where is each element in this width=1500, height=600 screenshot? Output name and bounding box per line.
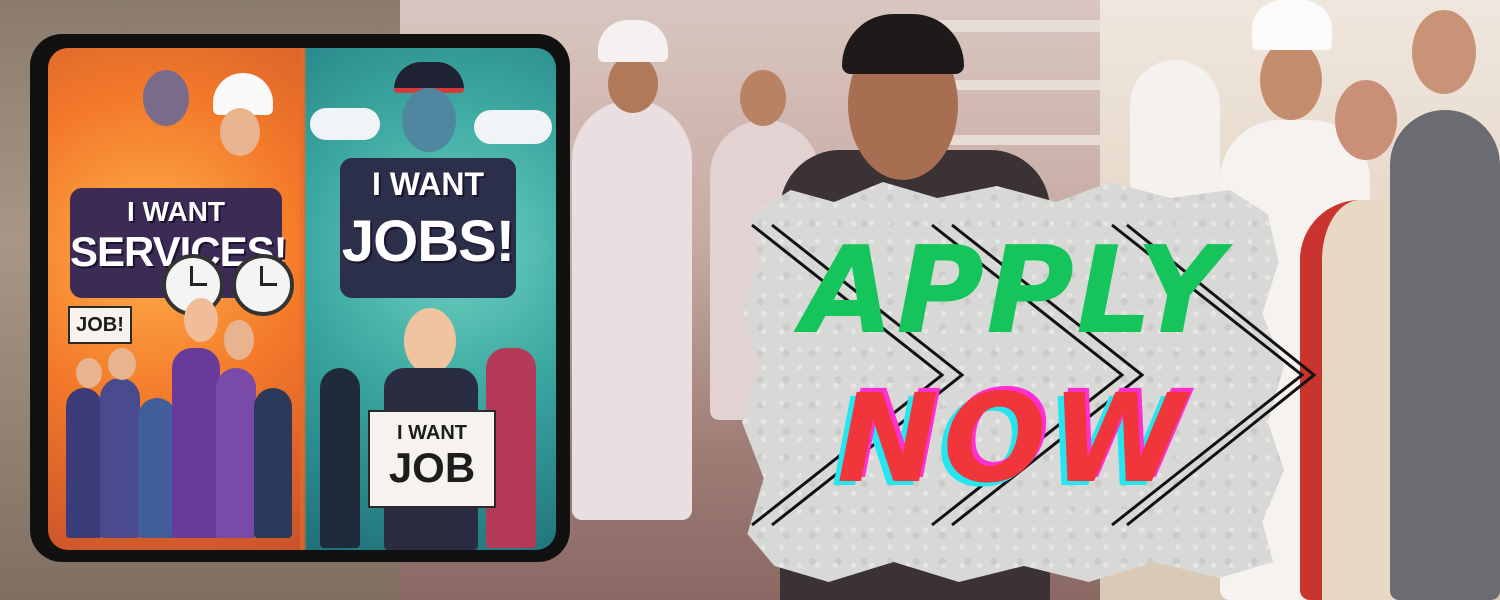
- poster-left-panel: I WANT SERVICES! JOB!: [48, 48, 304, 550]
- woman-head: [740, 70, 786, 126]
- man-head: [224, 320, 254, 360]
- right-headline-line1: I WANT: [372, 166, 484, 202]
- worker-figure: [100, 378, 140, 538]
- poster-divider: [300, 48, 306, 550]
- worker-head: [108, 348, 136, 380]
- left-headline-line1: I WANT: [127, 196, 225, 227]
- man-figure: [320, 368, 360, 548]
- worker-head: [143, 70, 189, 126]
- job-seeker-head: [404, 308, 456, 374]
- chef-head: [608, 55, 658, 113]
- right-sign-line1: I WANT: [397, 422, 467, 444]
- worker-figure: [138, 398, 176, 538]
- right-sign-line2: JOB: [388, 444, 476, 491]
- jobs-poster: I WANT SERVICES! JOB! I WANT JOBS! I WAN…: [48, 48, 556, 550]
- woman-figure: [172, 348, 220, 538]
- suited-man-head: [1412, 10, 1476, 94]
- cloud-icon: [310, 108, 380, 140]
- suited-man-figure: [1390, 110, 1500, 600]
- woman-head: [184, 298, 218, 342]
- chef-hat: [1252, 0, 1332, 50]
- officer-head: [402, 88, 456, 152]
- woman-head: [1335, 80, 1397, 160]
- clock-icon: [232, 254, 294, 316]
- chef-hat: [598, 20, 668, 62]
- chef-figure: [572, 100, 692, 520]
- man-in-suit-figure: [216, 368, 256, 538]
- cloud-icon: [474, 110, 552, 144]
- poster-right-panel: I WANT JOBS! I WANT JOB: [304, 48, 556, 550]
- right-headline-line2: JOBS!: [341, 209, 515, 274]
- left-job-sign: JOB!: [68, 306, 132, 344]
- chef-face-illustration: [220, 108, 260, 156]
- woman-figure: [254, 388, 292, 538]
- worker-head: [76, 358, 102, 388]
- now-text[interactable]: NOW: [742, 378, 1284, 500]
- right-job-sign: I WANT JOB: [368, 410, 496, 508]
- chef-head: [1260, 40, 1322, 120]
- worker-figure: [66, 388, 102, 538]
- apply-text[interactable]: APPLY: [742, 232, 1284, 352]
